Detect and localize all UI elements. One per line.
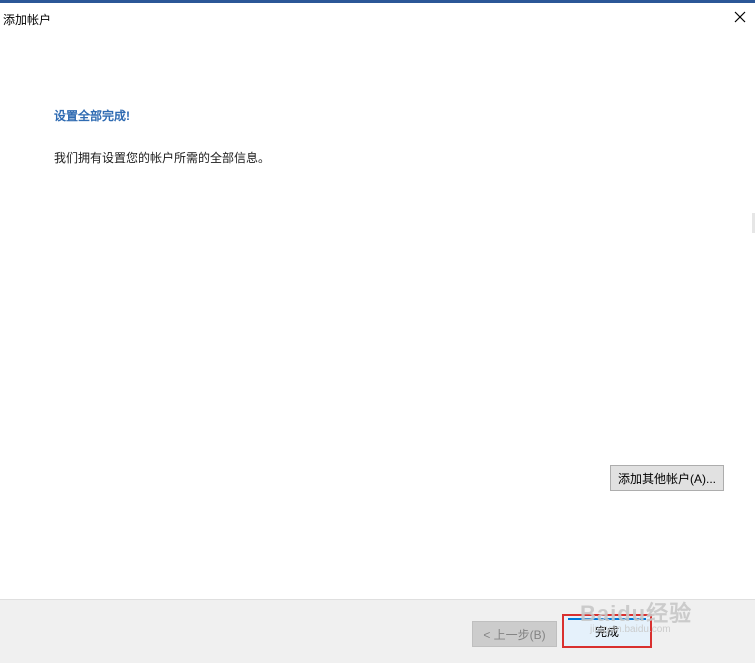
setup-description: 我们拥有设置您的帐户所需的全部信息。: [54, 151, 271, 165]
close-button[interactable]: [725, 3, 755, 31]
close-icon: [734, 11, 746, 23]
add-other-account-button[interactable]: 添加其他帐户(A)...: [610, 465, 724, 491]
window-title: 添加帐户: [3, 13, 52, 27]
setup-complete-heading: 设置全部完成!: [54, 109, 130, 123]
dialog-footer: < 上一步(B) 完成 Baidu经验 jingyan.baidu.com: [0, 599, 755, 663]
finish-button[interactable]: 完成: [562, 614, 652, 648]
dialog-content: 设置全部完成! 我们拥有设置您的帐户所需的全部信息。 添加其他帐户(A)...: [0, 33, 755, 599]
title-bar: 添加帐户: [0, 3, 755, 33]
back-button[interactable]: < 上一步(B): [472, 621, 557, 647]
